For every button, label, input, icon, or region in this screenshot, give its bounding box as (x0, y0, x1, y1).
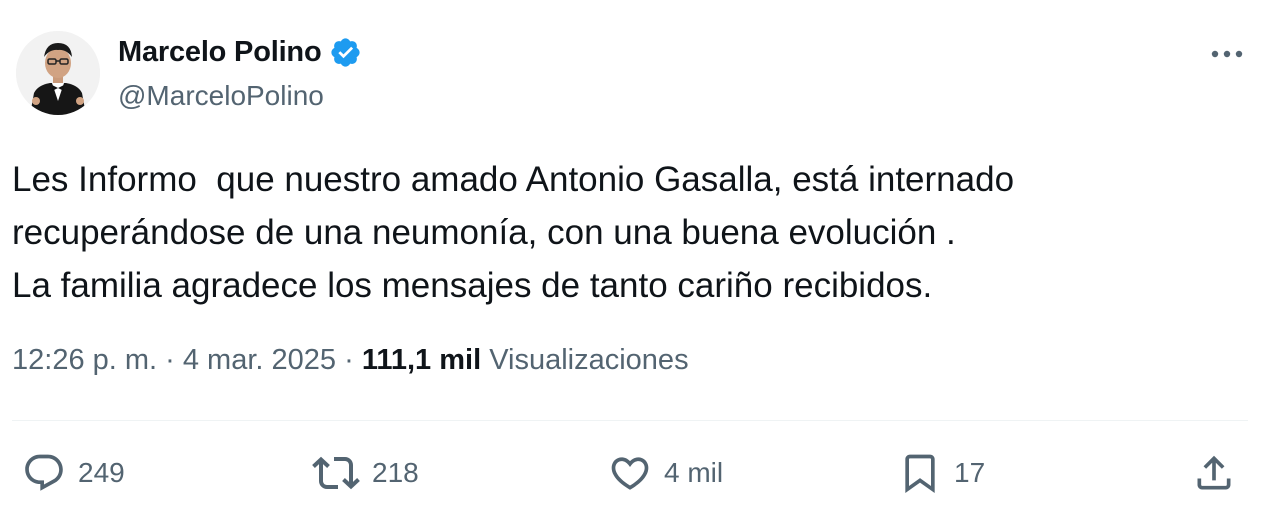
bookmark-button[interactable]: 17 (898, 447, 985, 499)
repost-button[interactable]: 218 (312, 447, 419, 499)
meta-space (481, 344, 489, 377)
author-display-name[interactable]: Marcelo Polino (118, 36, 322, 69)
tweet-text-line: Les Informo que nuestro amado Antonio Ga… (12, 160, 1015, 199)
avatar-image (16, 31, 100, 115)
divider (12, 420, 1248, 421)
tweet-time[interactable]: 12:26 p. m. (12, 344, 157, 377)
tweet-text-line: La familia agradece los mensajes de tant… (12, 266, 933, 305)
views-label[interactable]: Visualizaciones (489, 344, 688, 377)
repost-icon (312, 456, 360, 490)
bookmark-icon (905, 454, 935, 494)
tweet-text-line: recuperándose de una neumonía, con una b… (12, 213, 956, 252)
tweet-meta: 12:26 p. m. · 4 mar. 2025 · 111,1 mil Vi… (12, 344, 689, 377)
heart-icon (611, 457, 649, 490)
views-count: 111,1 mil (361, 344, 482, 376)
like-count: 4 mil (664, 457, 724, 488)
more-horizontal-icon (1211, 50, 1243, 58)
share-icon (1197, 455, 1231, 490)
tweet-date[interactable]: 4 mar. 2025 (183, 344, 336, 377)
meta-separator: · (157, 344, 183, 376)
share-button[interactable] (1192, 447, 1236, 499)
tweet-card: Marcelo Polino @MarceloPolino Les Inform… (0, 0, 1280, 528)
author-name-row: Marcelo Polino (118, 36, 362, 69)
bookmark-count: 17 (954, 457, 986, 488)
like-button[interactable]: 4 mil (608, 447, 723, 499)
tweet-text: Les Informo que nuestro amado Antonio Ga… (12, 153, 1252, 312)
avatar[interactable] (16, 31, 100, 115)
verified-badge-icon[interactable] (329, 36, 362, 69)
more-options-button[interactable] (1205, 36, 1249, 72)
reply-icon (25, 454, 63, 491)
reply-button[interactable]: 249 (22, 447, 125, 499)
reply-count: 249 (78, 457, 125, 488)
repost-count: 218 (372, 457, 419, 488)
meta-separator: · (336, 344, 362, 376)
author-handle[interactable]: @MarceloPolino (118, 80, 324, 112)
